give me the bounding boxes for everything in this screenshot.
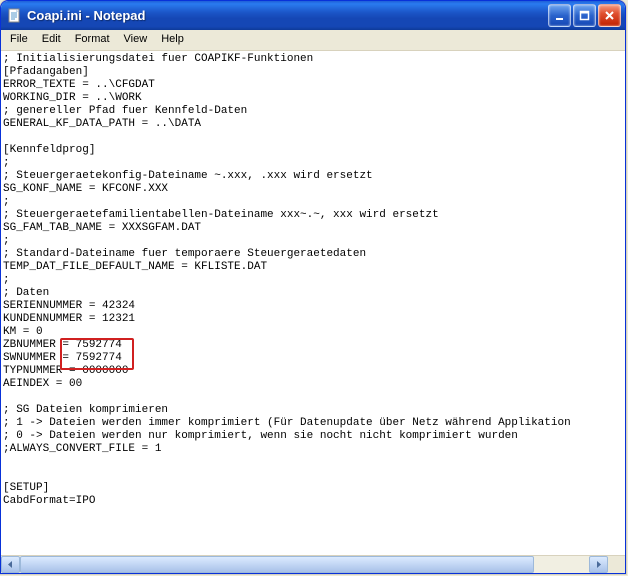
minimize-button[interactable] <box>548 4 571 27</box>
text-line <box>3 391 623 404</box>
text-line: SERIENNUMMER = 42324 <box>3 300 623 313</box>
app-window: Coapi.ini - Notepad File Edit Format Vie… <box>0 0 626 574</box>
scroll-corner <box>608 556 625 573</box>
text-line <box>3 456 623 469</box>
text-line: ; Steuergeraetekonfig-Dateiname ~.xxx, .… <box>3 170 623 183</box>
text-line: ; 1 -> Dateien werden immer komprimiert … <box>3 417 623 430</box>
text-line: ; Daten <box>3 287 623 300</box>
text-line: GENERAL_KF_DATA_PATH = ..\DATA <box>3 118 623 131</box>
text-line <box>3 131 623 144</box>
text-line: CabdFormat=IPO <box>3 495 623 508</box>
text-line: [Pfadangaben] <box>3 66 623 79</box>
text-line: ; genereller Pfad fuer Kennfeld-Daten <box>3 105 623 118</box>
text-line: [SETUP] <box>3 482 623 495</box>
window-controls <box>548 4 623 27</box>
scroll-track[interactable] <box>20 556 589 573</box>
text-line: AEINDEX = 00 <box>3 378 623 391</box>
text-line: WORKING_DIR = ..\WORK <box>3 92 623 105</box>
app-icon <box>7 8 23 24</box>
text-line: SG_KONF_NAME = KFCONF.XXX <box>3 183 623 196</box>
text-line <box>3 469 623 482</box>
text-line: ;ALWAYS_CONVERT_FILE = 1 <box>3 443 623 456</box>
editor-area: ; Initialisierungsdatei fuer COAPIKF-Fun… <box>1 51 625 573</box>
text-line: ; Standard-Dateiname fuer temporaere Ste… <box>3 248 623 261</box>
close-button[interactable] <box>598 4 621 27</box>
text-line: ; <box>3 157 623 170</box>
text-line: ; <box>3 274 623 287</box>
text-line: KUNDENNUMMER = 12321 <box>3 313 623 326</box>
text-line: ; <box>3 196 623 209</box>
text-line: [Kennfeldprog] <box>3 144 623 157</box>
window-title: Coapi.ini - Notepad <box>27 8 548 23</box>
text-line: TYPNUMMER = 0000000 <box>3 365 623 378</box>
text-line: ; SG Dateien komprimieren <box>3 404 623 417</box>
text-line: KM = 0 <box>3 326 623 339</box>
menu-format[interactable]: Format <box>68 30 117 50</box>
menu-edit[interactable]: Edit <box>35 30 68 50</box>
text-line: ZBNUMMER = 7592774 <box>3 339 623 352</box>
scroll-right-button[interactable] <box>589 556 608 573</box>
titlebar[interactable]: Coapi.ini - Notepad <box>1 1 625 30</box>
text-line: ERROR_TEXTE = ..\CFGDAT <box>3 79 623 92</box>
menu-file[interactable]: File <box>3 30 35 50</box>
menu-view[interactable]: View <box>117 30 155 50</box>
h-scrollbar <box>1 555 625 573</box>
text-line: ; Steuergeraetefamilientabellen-Dateinam… <box>3 209 623 222</box>
scroll-left-button[interactable] <box>1 556 20 573</box>
text-line: TEMP_DAT_FILE_DEFAULT_NAME = KFLISTE.DAT <box>3 261 623 274</box>
scroll-thumb[interactable] <box>20 556 534 573</box>
menu-help[interactable]: Help <box>154 30 191 50</box>
text-line: ; 0 -> Dateien werden nur komprimiert, w… <box>3 430 623 443</box>
text-line: SWNUMMER = 7592774 <box>3 352 623 365</box>
text-line: ; Initialisierungsdatei fuer COAPIKF-Fun… <box>3 53 623 66</box>
text-line: ; <box>3 235 623 248</box>
text-line: SG_FAM_TAB_NAME = XXXSGFAM.DAT <box>3 222 623 235</box>
text-editor[interactable]: ; Initialisierungsdatei fuer COAPIKF-Fun… <box>1 51 625 556</box>
maximize-button[interactable] <box>573 4 596 27</box>
menubar: File Edit Format View Help <box>1 30 625 51</box>
